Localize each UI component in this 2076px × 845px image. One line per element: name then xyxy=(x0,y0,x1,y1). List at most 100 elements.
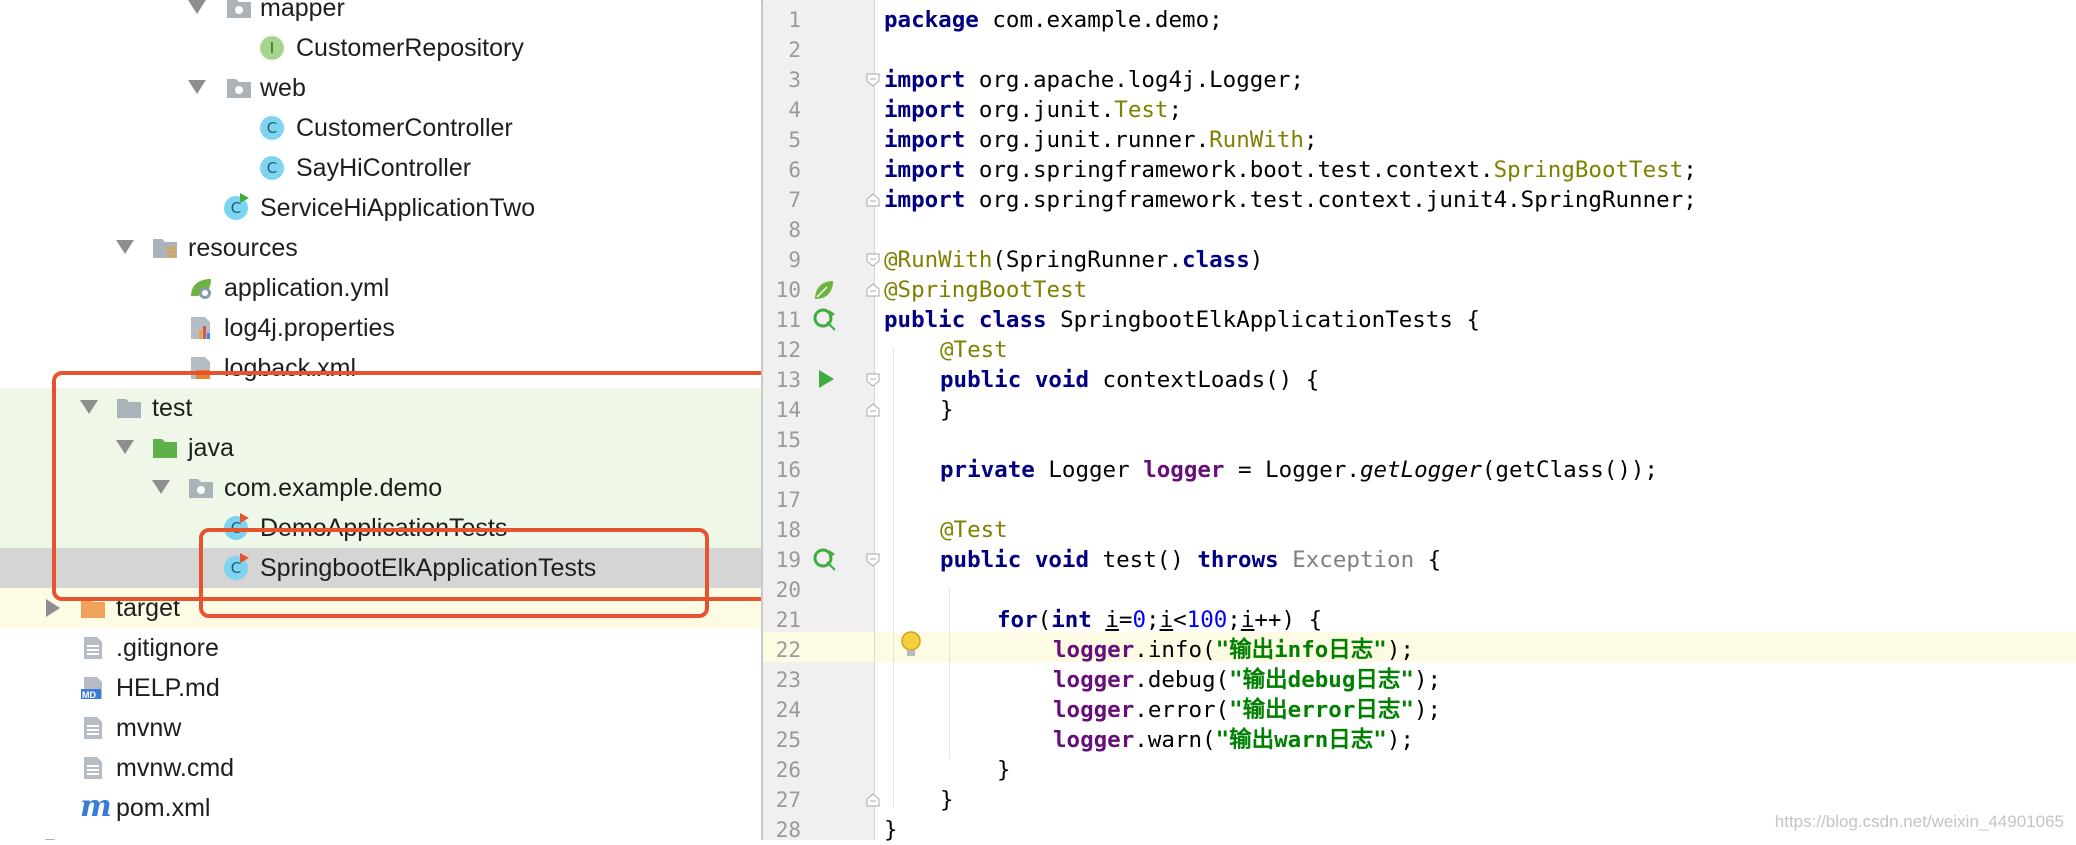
code-line-11[interactable]: public class SpringbootElkApplicationTes… xyxy=(884,305,1480,335)
line-number: 15 xyxy=(775,428,801,452)
code-line-18[interactable]: @Test xyxy=(940,515,1008,545)
fold-marker-icon[interactable] xyxy=(866,253,880,267)
string-literal: "输出error日志" xyxy=(1229,697,1414,723)
tree-item-application-yml[interactable]: application.yml xyxy=(0,268,761,308)
code-line-22[interactable]: logger.info("输出info日志"); xyxy=(1053,635,1414,665)
expand-arrow-icon[interactable] xyxy=(188,80,206,94)
code-text: } xyxy=(997,757,1011,783)
tree-item-label: pom.xml xyxy=(116,794,211,822)
code-line-3[interactable]: import org.apache.log4j.Logger; xyxy=(884,65,1304,95)
line-number: 10 xyxy=(775,278,801,302)
code-line-25[interactable]: logger.warn("输出warn日志"); xyxy=(1053,725,1414,755)
code-line-13[interactable]: public void contextLoads() { xyxy=(940,365,1319,395)
line-number: 3 xyxy=(788,68,801,92)
expand-arrow-icon[interactable] xyxy=(116,240,134,254)
code-line-21[interactable]: for(int i=0;i<100;i++) { xyxy=(997,605,1322,635)
keyword: throws xyxy=(1197,547,1279,573)
field: logger xyxy=(1143,457,1225,483)
tree-item-resources[interactable]: resources xyxy=(0,228,761,268)
expand-arrow-icon[interactable] xyxy=(188,0,206,14)
keyword: import xyxy=(884,97,966,123)
line-number: 21 xyxy=(775,608,801,632)
line-number: 5 xyxy=(788,128,801,152)
indent-guide xyxy=(893,348,894,808)
tree-item-customerrepository[interactable]: I CustomerRepository xyxy=(0,28,761,68)
annotation-type: Test xyxy=(1114,97,1169,123)
tree-item-label: application.yml xyxy=(224,274,390,302)
code-text: ; xyxy=(1146,607,1160,633)
fold-marker-icon[interactable] xyxy=(866,403,880,417)
code-line-4[interactable]: import org.junit.Test; xyxy=(884,95,1182,125)
tree-item-label: HELP.md xyxy=(116,674,220,702)
code-line-7[interactable]: import org.springframework.test.context.… xyxy=(884,185,1697,215)
tree-item-web[interactable]: web xyxy=(0,68,761,108)
code-line-27[interactable]: } xyxy=(940,785,954,815)
run-test-class-icon[interactable] xyxy=(812,307,838,333)
field: logger xyxy=(1053,727,1135,753)
code-line-28[interactable]: } xyxy=(884,815,898,845)
string-literal: "输出debug日志" xyxy=(1229,667,1414,693)
tree-item-log4j-properties[interactable]: log4j.properties xyxy=(0,308,761,348)
code-line-5[interactable]: import org.junit.runner.RunWith; xyxy=(884,125,1318,155)
tree-item-servicehiapplicationtwo[interactable]: C ServiceHiApplicationTwo xyxy=(0,188,761,228)
package-folder-icon xyxy=(227,79,251,98)
code-line-6[interactable]: import org.springframework.boot.test.con… xyxy=(884,155,1697,185)
code-text: ); xyxy=(1386,727,1414,753)
keyword: private xyxy=(940,457,1035,483)
code-line-14[interactable]: } xyxy=(940,395,954,425)
line-number: 13 xyxy=(775,368,801,392)
code-text: .warn( xyxy=(1134,727,1216,753)
run-test-method-icon[interactable] xyxy=(812,547,838,573)
tree-item-gitignore[interactable]: .gitignore xyxy=(0,628,761,668)
tree-item-mvnw-cmd[interactable]: mvnw.cmd xyxy=(0,748,761,788)
code-line-10[interactable]: @SpringBootTest xyxy=(884,275,1087,305)
tree-item-label: mapper xyxy=(260,0,345,22)
tree-item-customercontroller[interactable]: C CustomerController xyxy=(0,108,761,148)
code-line-26[interactable]: } xyxy=(997,755,1011,785)
tree-item-label: mvnw.cmd xyxy=(116,754,235,782)
line-number: 6 xyxy=(788,158,801,182)
fold-marker-icon[interactable] xyxy=(866,793,880,807)
keyword: import xyxy=(884,187,966,213)
fold-marker-icon[interactable] xyxy=(866,73,880,87)
run-test-icon[interactable] xyxy=(816,368,836,390)
maven-icon: m xyxy=(80,789,112,824)
line-number: 20 xyxy=(775,578,801,602)
code-line-12[interactable]: @Test xyxy=(940,335,1008,365)
fold-marker-icon[interactable] xyxy=(866,553,880,567)
code-text: } xyxy=(940,397,954,423)
string-literal: "输出warn日志" xyxy=(1215,727,1387,753)
collapse-arrow-icon[interactable] xyxy=(46,599,60,617)
resources-folder-icon xyxy=(153,239,177,258)
code-line-9[interactable]: @RunWith(SpringRunner.class) xyxy=(884,245,1263,275)
keyword: for xyxy=(997,607,1038,633)
spring-bean-icon[interactable] xyxy=(812,278,836,302)
unused-type: Exception xyxy=(1278,547,1415,573)
fold-marker-icon[interactable] xyxy=(866,193,880,207)
tree-item-pom-xml[interactable]: m pom.xml xyxy=(0,788,761,828)
folder-icon xyxy=(45,839,55,840)
line-number: 1 xyxy=(788,8,801,32)
tree-item-mvnw[interactable]: mvnw xyxy=(0,708,761,748)
code-text: } xyxy=(884,817,898,843)
tree-item-label: resources xyxy=(188,234,298,262)
code-line-19[interactable]: public void test() throws Exception { xyxy=(940,545,1441,575)
code-line-16[interactable]: private Logger logger = Logger.getLogger… xyxy=(940,455,1658,485)
tree-item-partial xyxy=(0,828,761,840)
code-line-23[interactable]: logger.debug("输出debug日志"); xyxy=(1053,665,1441,695)
lightbulb-icon[interactable] xyxy=(900,630,922,660)
tree-item-mapper[interactable]: mapper xyxy=(0,0,761,28)
tree-item-help-md[interactable]: MD HELP.md xyxy=(0,668,761,708)
code-text: .debug( xyxy=(1134,667,1230,693)
fold-marker-icon[interactable] xyxy=(866,373,880,387)
tree-item-sayhicontroller[interactable]: C SayHiController xyxy=(0,148,761,188)
code-line-24[interactable]: logger.error("输出error日志"); xyxy=(1053,695,1441,725)
code-text: ++) { xyxy=(1254,607,1323,633)
class-icon: C xyxy=(260,156,284,180)
line-number: 19 xyxy=(775,548,801,572)
field: logger xyxy=(1053,637,1135,663)
project-tree-panel: mapper I CustomerRepository web C Custom… xyxy=(0,0,761,840)
fold-marker-icon[interactable] xyxy=(866,283,880,297)
code-line-1[interactable]: package com.example.demo; xyxy=(884,5,1223,35)
